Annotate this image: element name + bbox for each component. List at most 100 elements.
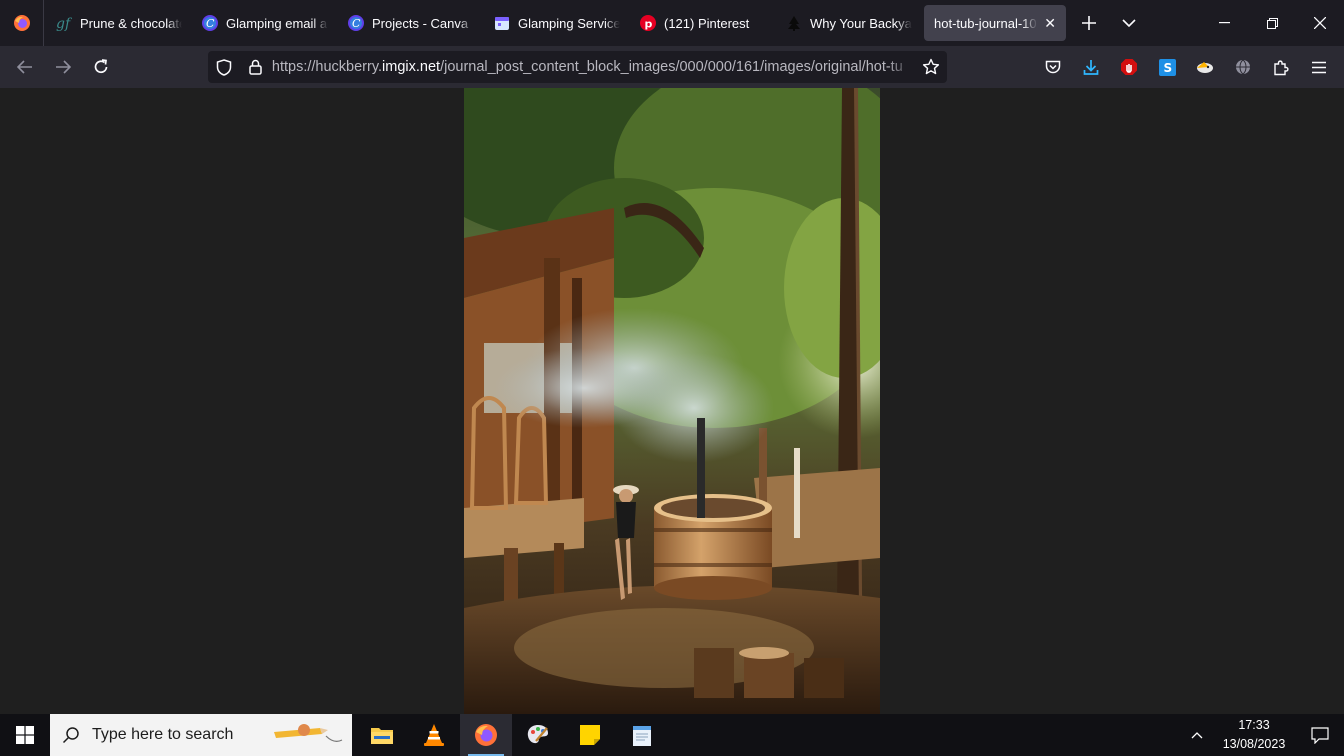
pencil-illustration-icon [274, 724, 343, 742]
plus-icon [1082, 16, 1096, 30]
svg-text:p: p [645, 18, 653, 31]
tab-projects-canva[interactable]: C Projects - Canva [338, 5, 484, 41]
site-security-icon[interactable] [240, 51, 272, 83]
shield-icon [216, 58, 232, 76]
sticky-notes-button[interactable] [564, 714, 616, 756]
restore-icon [1266, 17, 1278, 29]
image-viewer [0, 88, 1344, 714]
tab-prune-chocolate[interactable]: gf Prune & chocolate [46, 5, 192, 41]
windows-taskbar: Type here to search 17:33 13/08/2023 [0, 714, 1344, 756]
tab-title: Why Your Backyard [810, 15, 912, 31]
toolbar-extensions: S [1034, 51, 1338, 83]
download-icon [1083, 59, 1099, 75]
firefox-icon [475, 724, 497, 746]
back-button[interactable] [6, 51, 44, 83]
svg-text:gf: gf [56, 16, 72, 31]
notification-icon [1311, 726, 1329, 744]
navigation-toolbar: https://huckberry.imgix.net/journal_post… [0, 46, 1344, 88]
skype-extension-button[interactable]: S [1148, 51, 1186, 83]
menu-icon [1312, 61, 1326, 73]
notepad-button[interactable] [616, 714, 668, 756]
tab-pinterest[interactable]: p (121) Pinterest [630, 5, 776, 41]
pocket-icon [1045, 60, 1061, 73]
tab-title: Glamping Services [518, 15, 620, 31]
tab-title: Prune & chocolate [80, 15, 182, 31]
extensions-button[interactable] [1262, 51, 1300, 83]
photo-image [464, 88, 880, 714]
window-controls [1200, 0, 1344, 46]
action-center-button[interactable] [1296, 726, 1344, 744]
windows-logo-icon [16, 726, 34, 744]
clock[interactable]: 17:33 13/08/2023 [1212, 716, 1296, 754]
reload-button[interactable] [82, 51, 120, 83]
star-icon [922, 58, 940, 75]
close-window-button[interactable] [1296, 0, 1344, 46]
new-tab-button[interactable] [1069, 5, 1109, 41]
close-tab-icon[interactable]: ✕ [1044, 15, 1056, 32]
firefox-taskbar-button[interactable] [460, 714, 512, 756]
url-path: /journal_post_content_block_images/000/0… [440, 59, 903, 75]
sticky-notes-icon [580, 725, 600, 745]
skype-icon: S [1158, 58, 1176, 76]
globe-extension-button[interactable] [1224, 51, 1262, 83]
gf-icon: gf [56, 15, 72, 31]
show-hidden-icons-button[interactable] [1182, 731, 1212, 739]
svg-text:S: S [1163, 61, 1172, 75]
globe-icon [1236, 59, 1250, 75]
minimize-button[interactable] [1200, 0, 1248, 46]
address-bar[interactable]: https://huckberry.imgix.net/journal_post… [208, 51, 947, 83]
adblock-icon [1121, 59, 1137, 75]
url-host: imgix.net [382, 59, 441, 75]
tab-title: (121) Pinterest [664, 15, 750, 31]
chevron-down-icon [1122, 19, 1136, 27]
vlc-button[interactable] [408, 714, 460, 756]
reload-icon [94, 59, 108, 74]
canva-icon: C [202, 15, 218, 31]
tab-title: Glamping email ac [226, 15, 328, 31]
clock-date: 13/08/2023 [1222, 737, 1286, 751]
close-icon [1314, 17, 1326, 29]
paint-button[interactable] [512, 714, 564, 756]
search-icon [62, 727, 79, 744]
start-button[interactable] [0, 714, 50, 756]
extensions-icon [1274, 59, 1289, 75]
forward-button[interactable] [44, 51, 82, 83]
paint-icon [527, 725, 548, 744]
hot-tub-photo[interactable] [464, 88, 880, 714]
tab-title: hot-tub-journal-10. [934, 15, 1039, 31]
bookmark-star-button[interactable] [915, 51, 947, 83]
taskbar-search-box[interactable]: Type here to search [50, 714, 352, 756]
file-explorer-button[interactable] [356, 714, 408, 756]
extension-bird-icon [1197, 62, 1213, 73]
pocket-button[interactable] [1034, 51, 1072, 83]
chevron-up-icon [1191, 732, 1203, 739]
firefox-view-button[interactable] [0, 0, 44, 46]
lock-icon [249, 59, 263, 75]
svg-text:C: C [352, 17, 361, 30]
file-explorer-icon [371, 728, 393, 744]
vlc-icon [424, 724, 444, 746]
tab-strip: gf Prune & chocolate C Glamping email ac… [0, 0, 1344, 46]
tracking-protection-icon[interactable] [208, 51, 240, 83]
url-text[interactable]: https://huckberry.imgix.net/journal_post… [272, 59, 913, 75]
pinterest-icon: p [640, 15, 656, 31]
list-all-tabs-button[interactable] [1109, 5, 1149, 41]
firefox-icon [13, 15, 30, 31]
calendar-icon [494, 15, 510, 31]
tab-glamping-email[interactable]: C Glamping email ac [192, 5, 338, 41]
tab-backyard[interactable]: Why Your Backyard [776, 5, 922, 41]
tab-glamping-services[interactable]: Glamping Services [484, 5, 630, 41]
adblock-extension-button[interactable] [1110, 51, 1148, 83]
arrow-right-icon [56, 60, 71, 74]
search-placeholder: Type here to search [92, 726, 234, 743]
tab-hot-tub-journal[interactable]: hot-tub-journal-10. ✕ [924, 5, 1066, 41]
app-menu-button[interactable] [1300, 51, 1338, 83]
svg-text:C: C [206, 17, 215, 30]
restore-button[interactable] [1248, 0, 1296, 46]
downloads-button[interactable] [1072, 51, 1110, 83]
system-tray: 17:33 13/08/2023 [1182, 714, 1344, 756]
arrow-left-icon [17, 60, 32, 74]
clock-time: 17:33 [1238, 718, 1270, 732]
bird-extension-button[interactable] [1186, 51, 1224, 83]
tab-title: Projects - Canva [372, 15, 469, 31]
